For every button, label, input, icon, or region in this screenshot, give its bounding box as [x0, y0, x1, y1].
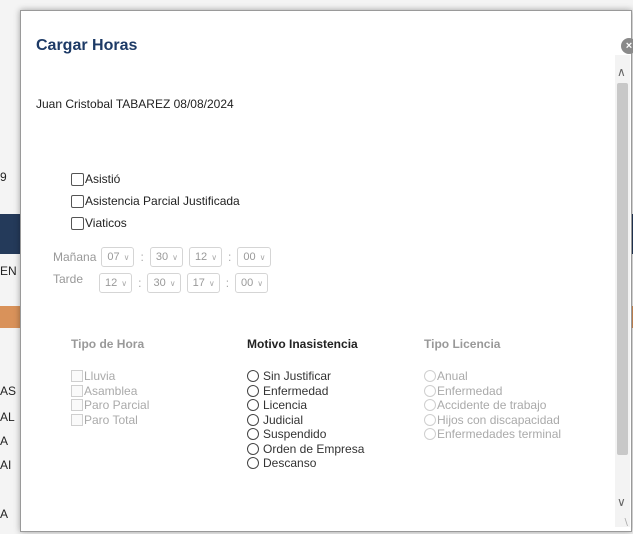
morning-time-row: Mañana 07 ∨ : 30 ∨ 12 ∨ : 00 ∨	[53, 247, 277, 267]
afternoon-end-minute-select[interactable]: 00 ∨	[235, 273, 269, 293]
morning-start-hour-select[interactable]: 07 ∨	[101, 247, 135, 267]
chevron-down-icon: ∨	[121, 279, 128, 288]
afternoon-label: Tarde	[53, 272, 84, 286]
cargar-horas-dialog: Cargar Horas × Juan Cristobal TABAREZ 08…	[20, 10, 633, 532]
tipo-hora-option: Lluvia	[71, 369, 149, 384]
chevron-down-icon: ∨	[208, 279, 215, 288]
chevron-down-icon: ∨	[211, 253, 218, 262]
motivo-inasistencia-column: Motivo Inasistencia Sin Justificar Enfer…	[247, 337, 364, 471]
motivo-radio-option[interactable]: Descanso	[247, 456, 364, 471]
tipo-hora-heading: Tipo de Hora	[71, 337, 145, 351]
checkbox	[71, 413, 83, 426]
chevron-down-icon: ∨	[259, 253, 266, 262]
tipo-hora-column: Tipo de Hora Lluvia Asamblea Paro Parcia…	[71, 337, 149, 427]
resize-handle-icon[interactable]: ∖	[623, 518, 629, 529]
radio-button	[424, 428, 436, 441]
radio-button	[247, 457, 259, 470]
checkbox	[71, 370, 83, 383]
morning-end-minute-select[interactable]: 00 ∨	[237, 247, 271, 267]
background-text: EN	[0, 264, 17, 278]
licencia-radio-option: Enfermedad	[424, 384, 561, 399]
radio-button	[424, 413, 436, 426]
morning-start-minute-select[interactable]: 30 ∨	[149, 247, 183, 267]
background-text: 9	[0, 170, 7, 184]
radio-button	[247, 442, 259, 455]
viaticos-checkbox-row[interactable]: Viaticos	[71, 216, 127, 230]
background-text: AI	[0, 458, 12, 472]
chevron-down-icon: ∨	[123, 253, 130, 262]
dialog-scrollbar[interactable]: ∧ ∨	[615, 55, 630, 527]
checkbox[interactable]	[71, 194, 84, 208]
radio-button	[424, 384, 436, 397]
licencia-radio-option: Enfermedades terminal	[424, 427, 561, 442]
radio-button	[424, 370, 436, 383]
motivo-radio-option[interactable]: Orden de Empresa	[247, 442, 364, 457]
checkbox-label: Asistencia Parcial Justificada	[85, 194, 240, 208]
tipo-hora-option: Paro Parcial	[71, 398, 149, 413]
close-button[interactable]: ×	[621, 38, 633, 54]
afternoon-start-hour-select[interactable]: 12 ∨	[99, 273, 133, 293]
radio-button	[424, 399, 436, 412]
radio-button	[247, 384, 259, 397]
scroll-thumb[interactable]	[617, 83, 628, 455]
chevron-down-icon: ∨	[169, 279, 176, 288]
chevron-down-icon: ∨	[172, 253, 178, 262]
checkbox-label: Asistió	[85, 172, 121, 186]
chevron-down-icon[interactable]: ∨	[617, 495, 626, 509]
tipo-hora-option: Asamblea	[71, 384, 149, 399]
chevron-up-icon[interactable]: ∧	[617, 65, 626, 79]
licencia-radio-option: Accidente de trabajo	[424, 398, 561, 413]
checkbox-label: Viaticos	[85, 216, 127, 230]
afternoon-time-row: Tarde 12 ∨ : 30 ∨ 17 ∨ : 00 ∨	[53, 272, 274, 293]
tipo-hora-option: Paro Total	[71, 413, 149, 428]
motivo-radio-option[interactable]: Sin Justificar	[247, 369, 364, 384]
licencia-radio-option: Anual	[424, 369, 561, 384]
background-text: AS	[0, 384, 17, 398]
radio-button	[247, 370, 259, 383]
morning-end-hour-select[interactable]: 12 ∨	[188, 247, 223, 267]
tipo-licencia-column: Tipo Licencia Anual Enfermedad Accidente…	[424, 337, 561, 442]
tipo-licencia-heading: Tipo Licencia	[424, 337, 501, 351]
licencia-radio-option: Hijos con discapacidad	[424, 413, 561, 428]
background-text: A	[0, 434, 9, 448]
radio-button	[247, 413, 259, 426]
checkbox	[71, 384, 83, 397]
motivo-radio-option[interactable]: Licencia	[247, 398, 364, 413]
radio-button	[247, 399, 259, 412]
motivo-radio-option[interactable]: Suspendido	[247, 427, 364, 442]
checkbox[interactable]	[71, 172, 84, 186]
background-text: AL	[0, 410, 15, 424]
motivo-radio-option[interactable]: Enfermedad	[247, 384, 364, 399]
afternoon-end-hour-select[interactable]: 17 ∨	[186, 273, 220, 293]
motivo-radio-option[interactable]: Judicial	[247, 413, 364, 428]
morning-label: Mañana	[53, 250, 97, 264]
checkbox[interactable]	[71, 216, 84, 230]
employee-date-label: Juan Cristobal TABAREZ 08/08/2024	[36, 97, 234, 111]
checkbox	[71, 399, 83, 412]
radio-button	[247, 428, 259, 441]
background-text: A	[0, 507, 9, 521]
asistio-checkbox-row[interactable]: Asistió	[71, 172, 120, 186]
chevron-down-icon: ∨	[257, 279, 264, 288]
dialog-title: Cargar Horas	[36, 37, 138, 54]
afternoon-start-minute-select[interactable]: 30 ∨	[147, 273, 181, 293]
asistencia-parcial-checkbox-row[interactable]: Asistencia Parcial Justificada	[71, 194, 240, 208]
motivo-inasistencia-heading: Motivo Inasistencia	[247, 337, 358, 351]
